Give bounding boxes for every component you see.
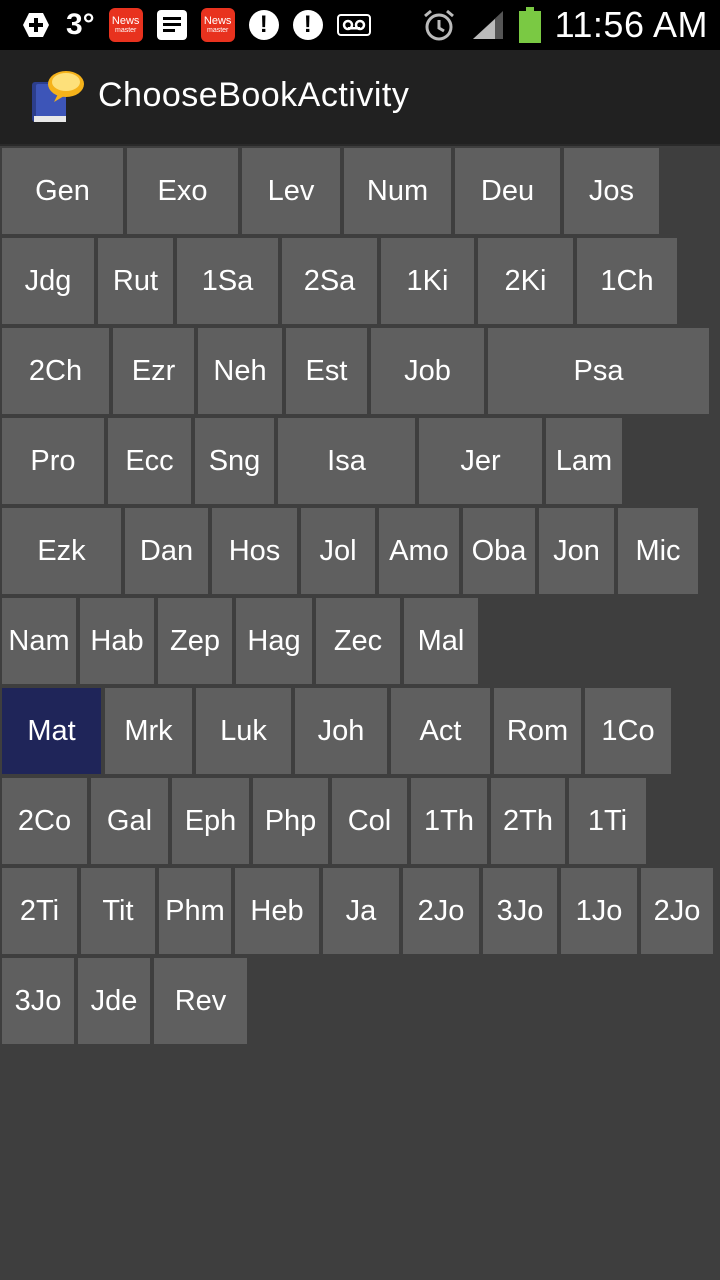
book-button-2ti-8-0[interactable]: 2Ti	[2, 868, 77, 954]
status-bar: 3° News master News master ! ! 11:56 AM	[0, 0, 720, 50]
book-button-1th[interactable]: 1Th	[411, 778, 487, 864]
book-row: Jdg Rut 1Sa 2Sa 1Ki 2Ki 1Ch	[0, 238, 720, 324]
book-button-zep[interactable]: Zep	[158, 598, 232, 684]
book-button-exo[interactable]: Exo	[127, 148, 238, 234]
book-button-deu[interactable]: Deu	[455, 148, 560, 234]
book-button-rev-9-2[interactable]: Rev	[154, 958, 247, 1044]
book-button-jer[interactable]: Jer	[419, 418, 542, 504]
book-button-pro[interactable]: Pro	[2, 418, 104, 504]
alarm-icon	[421, 7, 457, 43]
book-row: Ezk Dan Hos Jol Amo Oba Jon Mic	[0, 508, 720, 594]
book-button-jdg[interactable]: Jdg	[2, 238, 94, 324]
book-button-1ti[interactable]: 1Ti	[569, 778, 646, 864]
book-button-nam[interactable]: Nam	[2, 598, 76, 684]
book-button-1ch[interactable]: 1Ch	[577, 238, 677, 324]
book-button-2jo-8-8[interactable]: 2Jo	[641, 868, 713, 954]
book-button-mat[interactable]: Mat	[2, 688, 101, 774]
book-button-amo[interactable]: Amo	[379, 508, 459, 594]
book-button-heb-8-3[interactable]: Heb	[235, 868, 319, 954]
book-button-lam[interactable]: Lam	[546, 418, 622, 504]
book-button-1ki[interactable]: 1Ki	[381, 238, 474, 324]
book-button-phm-8-2[interactable]: Phm	[159, 868, 231, 954]
book-button-rut[interactable]: Rut	[98, 238, 173, 324]
book-button-neh[interactable]: Neh	[198, 328, 282, 414]
alert-icon-2: !	[292, 10, 323, 40]
book-button-luk[interactable]: Luk	[196, 688, 291, 774]
book-button-3jo-8-6[interactable]: 3Jo	[483, 868, 557, 954]
book-button-joh[interactable]: Joh	[295, 688, 387, 774]
book-button-php[interactable]: Php	[253, 778, 328, 864]
book-button-2sa[interactable]: 2Sa	[282, 238, 377, 324]
news-app-icon: News master	[108, 8, 143, 42]
book-row: 2Co Gal Eph Php Col 1Th 2Th 1Ti	[0, 778, 720, 864]
book-button-gen[interactable]: Gen	[2, 148, 123, 234]
book-button-jos[interactable]: Jos	[564, 148, 659, 234]
action-bar: ChooseBookActivity	[0, 50, 720, 146]
book-row: 2Ch Ezr Neh Est Job Psa	[0, 328, 720, 414]
book-button-ezk[interactable]: Ezk	[2, 508, 121, 594]
book-button-mrk[interactable]: Mrk	[105, 688, 192, 774]
book-button-jon[interactable]: Jon	[539, 508, 614, 594]
book-button-2th[interactable]: 2Th	[491, 778, 565, 864]
book-button-rom[interactable]: Rom	[494, 688, 581, 774]
book-button-mic[interactable]: Mic	[618, 508, 698, 594]
book-button-hos[interactable]: Hos	[212, 508, 297, 594]
book-button-lev[interactable]: Lev	[242, 148, 340, 234]
book-button-2jo-8-5[interactable]: 2Jo	[403, 868, 479, 954]
weather-temperature: 3°	[66, 8, 95, 41]
book-button-ja-8-4[interactable]: Ja	[323, 868, 399, 954]
book-button-oba[interactable]: Oba	[463, 508, 535, 594]
book-button-mal[interactable]: Mal	[404, 598, 478, 684]
activity-title: ChooseBookActivity	[98, 76, 410, 114]
bible-chat-icon	[32, 71, 84, 122]
book-row: Mat Mrk Luk Joh Act Rom 1Co	[0, 688, 720, 774]
book-button-psa[interactable]: Psa	[488, 328, 709, 414]
signal-icon	[471, 9, 505, 41]
book-button-col[interactable]: Col	[332, 778, 407, 864]
book-button-est[interactable]: Est	[286, 328, 367, 414]
book-row: 3Jo Jde Rev	[0, 958, 720, 1044]
book-row: Gen Exo Lev Num Deu Jos	[0, 148, 720, 234]
book-button-dan[interactable]: Dan	[125, 508, 208, 594]
book-button-1sa[interactable]: 1Sa	[177, 238, 278, 324]
book-button-isa[interactable]: Isa	[278, 418, 415, 504]
voicemail-icon	[336, 14, 371, 36]
book-button-zec[interactable]: Zec	[316, 598, 400, 684]
book-button-2ch[interactable]: 2Ch	[2, 328, 109, 414]
book-button-hag[interactable]: Hag	[236, 598, 312, 684]
book-button-3jo-9-0[interactable]: 3Jo	[2, 958, 74, 1044]
book-button-job[interactable]: Job	[371, 328, 484, 414]
book-button-tit-8-1[interactable]: Tit	[81, 868, 155, 954]
book-button-2co[interactable]: 2Co	[2, 778, 87, 864]
book-grid: Gen Exo Lev Num Deu Jos Jdg Rut 1Sa 2Sa 1Ki 2Ki 1Ch 2…	[0, 148, 720, 1048]
book-button-ezr[interactable]: Ezr	[113, 328, 194, 414]
book-row: 2Ti Tit Phm Heb Ja 2Jo 3Jo 1Jo 2Jo	[0, 868, 720, 954]
book-button-2ki[interactable]: 2Ki	[478, 238, 573, 324]
news-app-icon-2: News master	[200, 8, 235, 42]
book-button-act[interactable]: Act	[391, 688, 490, 774]
document-notification-icon	[156, 10, 187, 40]
book-button-eph[interactable]: Eph	[172, 778, 249, 864]
book-button-ecc[interactable]: Ecc	[108, 418, 191, 504]
clock: 11:56 AM	[554, 4, 708, 45]
book-button-hab[interactable]: Hab	[80, 598, 154, 684]
add-notification-icon	[20, 9, 52, 41]
book-button-num[interactable]: Num	[344, 148, 451, 234]
book-button-1co[interactable]: 1Co	[585, 688, 671, 774]
book-button-1jo-8-7[interactable]: 1Jo	[561, 868, 637, 954]
book-row: Nam Hab Zep Hag Zec Mal	[0, 598, 720, 684]
book-button-sng[interactable]: Sng	[195, 418, 274, 504]
book-button-gal[interactable]: Gal	[91, 778, 168, 864]
book-row: Pro Ecc Sng Isa Jer Lam	[0, 418, 720, 504]
alert-icon: !	[248, 10, 279, 40]
book-button-jde-9-1[interactable]: Jde	[78, 958, 150, 1044]
battery-icon	[518, 7, 541, 43]
book-button-jol[interactable]: Jol	[301, 508, 375, 594]
